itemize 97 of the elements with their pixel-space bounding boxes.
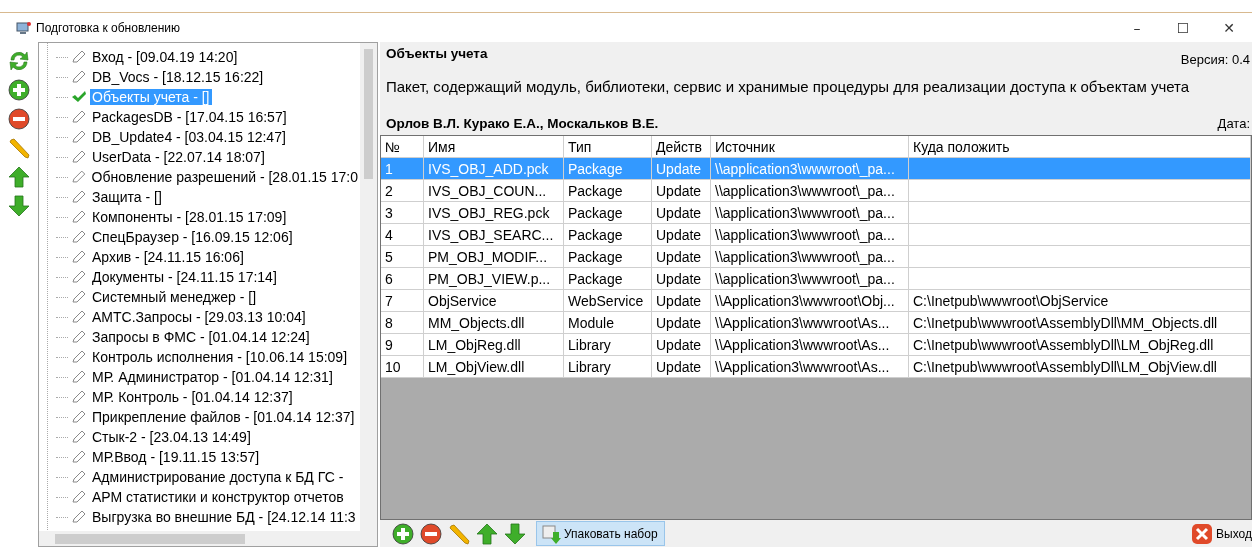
pencil-icon: [71, 70, 87, 84]
pencil-icon: [71, 110, 87, 124]
remove-button[interactable]: [6, 106, 32, 132]
table-row[interactable]: 8 MM_Objects.dll Module Update \\Application3\wwwroot\As... C:\Inetpub\wwwroot\AssemblyDll\MM_Objects.dll: [381, 312, 1251, 334]
pencil-icon: [8, 137, 30, 159]
horizontal-scrollbar[interactable]: [39, 531, 360, 546]
table-cell: LM_ObjView.dll: [424, 356, 564, 378]
tree-item[interactable]: UserData - [22.07.14 18:07]: [90, 149, 267, 165]
pencil-icon: [71, 250, 87, 264]
table-cell: Library: [564, 356, 652, 378]
table-row[interactable]: 4 IVS_OBJ_SEARC... Package Update \\application3\wwwroot\_pa...: [381, 224, 1251, 246]
table-row[interactable]: 9 LM_ObjReg.dll Library Update \\Application3\wwwroot\As... C:\Inetpub\wwwroot\AssemblyDll\LM_ObjReg.dll: [381, 334, 1251, 356]
table-cell: \\Application3\wwwroot\As...: [711, 356, 909, 378]
window-control[interactable]: ☐: [1160, 12, 1206, 43]
pencil-icon: [71, 390, 87, 404]
version-label: Версия: 0.4: [1180, 51, 1250, 67]
tree-item[interactable]: Вход - [09.04.19 14:20]: [90, 49, 240, 65]
window-control[interactable]: –: [1114, 12, 1160, 43]
pencil-icon: [71, 410, 87, 424]
pencil-icon: [71, 230, 87, 244]
tree-item[interactable]: МР.Ввод - [19.11.15 13:57]: [90, 449, 262, 465]
pencil-icon: [71, 290, 87, 304]
pencil-icon: [71, 430, 87, 444]
add-button[interactable]: [6, 77, 32, 103]
tree-item[interactable]: МР. Контроль - [01.04.14 12:37]: [90, 389, 295, 405]
close-icon: [1191, 522, 1214, 545]
minus-icon: [8, 108, 30, 130]
pencil-icon: [71, 150, 87, 164]
exit-button[interactable]: Выход: [1191, 522, 1252, 545]
tree-item[interactable]: Контроль исполнения - [10.06.14 15:09]: [90, 349, 350, 365]
plus-icon: [392, 522, 414, 545]
tree-item[interactable]: Стык-2 - [23.04.13 14:49]: [90, 429, 253, 445]
tree-item[interactable]: DB_Vocs - [18.12.15 16:22]: [90, 69, 266, 85]
refresh-button[interactable]: [6, 48, 32, 74]
down-arrow-icon: [8, 195, 30, 217]
pencil-icon: [71, 350, 87, 364]
tree-item[interactable]: PackagesDB - [17.04.15 16:57]: [90, 109, 289, 125]
table-row[interactable]: 10 LM_ObjView.dll Library Update \\Application3\wwwroot\As... C:\Inetpub\wwwroot\AssemblyDll\LM_ObjView.dll: [381, 356, 1251, 378]
move-up-button[interactable]: [6, 164, 32, 190]
tree-item[interactable]: Выгрузка во внешние БД - [24.12.14 11:3: [90, 509, 358, 525]
pencil-icon: [71, 190, 87, 204]
pencil-icon: [71, 130, 87, 144]
table-cell: Update: [652, 356, 711, 378]
up-arrow-icon: [476, 522, 498, 545]
vertical-scrollbar[interactable]: [360, 43, 377, 546]
tree-item[interactable]: Прикрепление файлов - [01.04.14 12:37]: [90, 409, 357, 425]
table-row[interactable]: 3 IVS_OBJ_REG.pck Package Update \\application3\wwwroot\_pa...: [381, 202, 1251, 224]
tree-item[interactable]: АМТС.Запросы - [29.03.13 10:04]: [90, 309, 308, 325]
pack-button[interactable]: Упаковать набор: [536, 521, 665, 546]
tree-item[interactable]: Архив - [24.11.15 16:06]: [90, 249, 246, 265]
move-down-button[interactable]: [502, 520, 528, 547]
pencil-icon: [71, 470, 87, 484]
remove-button[interactable]: [418, 520, 444, 547]
tree-item[interactable]: Защита - []: [90, 189, 164, 205]
table-row[interactable]: 7 ObjService WebService Update \\Application3\wwwroot\Obj... C:\Inetpub\wwwroot\ObjService: [381, 290, 1251, 312]
up-arrow-icon: [8, 166, 30, 188]
check-icon: [71, 90, 87, 104]
minus-icon: [420, 522, 442, 545]
tree-item[interactable]: Компоненты - [28.01.15 17:09]: [90, 209, 289, 225]
authors-label: Орлов В.Л. Курако Е.А., Москальков В.Е.: [386, 116, 659, 131]
pencil-icon: [71, 370, 87, 384]
pencil-icon: [71, 270, 87, 284]
pencil-icon: [71, 490, 87, 504]
tree-item[interactable]: Администрирование доступа к БД ГС -: [90, 469, 346, 485]
pencil-icon: [448, 522, 470, 545]
date-label: Дата:: [1217, 115, 1250, 131]
tree-item[interactable]: АРМ статистики и конструктор отчетов: [90, 489, 346, 505]
tree-item[interactable]: Системный менеджер - []: [90, 289, 259, 305]
plus-icon: [8, 79, 30, 101]
pencil-icon: [71, 310, 87, 324]
down-arrow-icon: [504, 522, 526, 545]
pencil-icon: [71, 210, 87, 224]
table-row[interactable]: 5 PM_OBJ_MODIF... Package Update \\application3\wwwroot\_pa...: [381, 246, 1251, 268]
tree-item[interactable]: DB_Update4 - [03.04.15 12:47]: [90, 129, 288, 145]
table-cell: 10: [381, 356, 424, 378]
tree-item[interactable]: Обновление разрешений - [28.01.15 17:0: [89, 169, 360, 185]
tree-item[interactable]: Запросы в ФМС - [01.04.14 12:24]: [90, 329, 312, 345]
window-control[interactable]: ✕: [1206, 12, 1252, 43]
table-cell: C:\Inetpub\wwwroot\AssemblyDll\LM_ObjView.dll: [909, 356, 1251, 378]
package-icon: [541, 523, 561, 544]
window-title: Подготовка к обновлению: [36, 20, 182, 35]
refresh-icon: [8, 50, 30, 72]
pencil-icon: [71, 50, 87, 64]
tree-item[interactable]: МР. Администратор - [01.04.14 12:31]: [90, 369, 335, 385]
pencil-icon: [71, 510, 87, 524]
table-row[interactable]: 6 PM_OBJ_VIEW.p... Package Update \\application3\wwwroot\_pa...: [381, 268, 1251, 290]
app-icon: [16, 20, 32, 35]
move-down-button[interactable]: [6, 193, 32, 219]
add-button[interactable]: [390, 520, 416, 547]
package-name: Объекты учета: [386, 46, 488, 63]
pencil-icon: [71, 330, 87, 344]
table-row[interactable]: 2 IVS_OBJ_COUN... Package Update \\application3\wwwroot\_pa...: [381, 180, 1251, 202]
tree-item[interactable]: СпецБраузер - [16.09.15 12:06]: [90, 229, 295, 245]
pencil-icon: [71, 450, 87, 464]
pencil-icon: [70, 170, 87, 184]
tree-item[interactable]: Документы - [24.11.15 17:14]: [90, 269, 279, 285]
package-description: Пакет, содержащий модуль, библиотеки, сервис и хранимые процедуры для реализации доступа к объектам учета: [386, 77, 1191, 96]
